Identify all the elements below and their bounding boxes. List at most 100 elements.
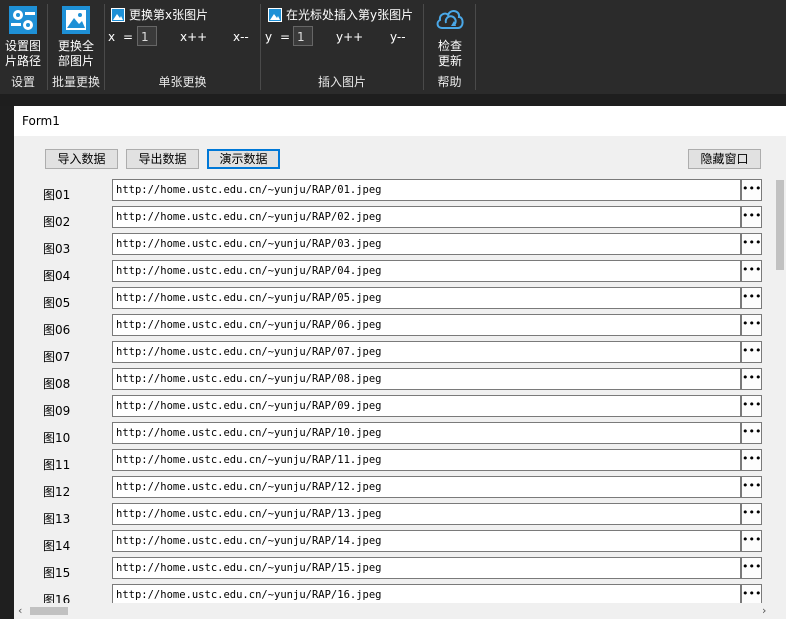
image-url-input[interactable]: http://home.ustc.edu.cn/~yunju/RAP/10.jp… xyxy=(112,422,741,444)
image-row: 图10 http://home.ustc.edu.cn/~yunju/RAP/10… xyxy=(14,419,774,446)
image-url-input[interactable]: http://home.ustc.edu.cn/~yunju/RAP/01.jp… xyxy=(112,179,741,201)
settings-icon xyxy=(9,6,37,34)
form-title: Form1 xyxy=(14,106,786,136)
image-row-label: 图05 xyxy=(43,296,71,310)
image-url-input[interactable]: http://home.ustc.edu.cn/~yunju/RAP/02.jp… xyxy=(112,206,741,228)
image-row-label: 图13 xyxy=(43,512,71,526)
image-url-input[interactable]: http://home.ustc.edu.cn/~yunju/RAP/03.jp… xyxy=(112,233,741,255)
image-url-input[interactable]: http://home.ustc.edu.cn/~yunju/RAP/15.jp… xyxy=(112,557,741,579)
image-row-label: 图06 xyxy=(43,323,71,337)
group-help: 检查 更新 帮助 xyxy=(424,0,475,94)
set-image-path-label-1: 设置图 xyxy=(4,39,41,53)
image-url-input[interactable]: http://home.ustc.edu.cn/~yunju/RAP/09.jp… xyxy=(112,395,741,417)
image-row: 图12 http://home.ustc.edu.cn/~yunju/RAP/12… xyxy=(14,473,774,500)
set-image-path-label-2: 片路径 xyxy=(4,54,41,68)
image-row-label: 图09 xyxy=(43,404,71,418)
horizontal-scrollbar[interactable]: ‹ › xyxy=(14,603,786,619)
x-decrement-button[interactable]: x-- xyxy=(233,30,249,44)
image-row-label: 图04 xyxy=(43,269,71,283)
image-row-label: 图14 xyxy=(43,539,71,553)
vertical-scroll-thumb[interactable] xyxy=(776,180,784,270)
browse-button[interactable]: ••• xyxy=(741,233,762,255)
image-url-input[interactable]: http://home.ustc.edu.cn/~yunju/RAP/08.jp… xyxy=(112,368,741,390)
image-row: 图16 http://home.ustc.edu.cn/~yunju/RAP/16… xyxy=(14,581,774,603)
replace-nth-image-label: 更换第x张图片 xyxy=(129,8,209,22)
browse-button[interactable]: ••• xyxy=(741,314,762,336)
y-decrement-button[interactable]: y-- xyxy=(390,30,406,44)
browse-button[interactable]: ••• xyxy=(741,503,762,525)
browse-button[interactable]: ••• xyxy=(741,557,762,579)
browse-button[interactable]: ••• xyxy=(741,368,762,390)
scroll-right-icon[interactable]: › xyxy=(762,603,766,619)
y-equals-label: = xyxy=(280,30,291,44)
image-row: 图09 http://home.ustc.edu.cn/~yunju/RAP/09… xyxy=(14,392,774,419)
replace-nth-image-button[interactable]: 更换第x张图片 xyxy=(111,6,208,23)
ribbon-separator xyxy=(475,4,476,90)
horizontal-scroll-thumb[interactable] xyxy=(30,607,68,615)
image-icon xyxy=(62,6,90,34)
image-url-input[interactable]: http://home.ustc.edu.cn/~yunju/RAP/07.jp… xyxy=(112,341,741,363)
image-url-input[interactable]: http://home.ustc.edu.cn/~yunju/RAP/16.jp… xyxy=(112,584,741,603)
set-image-path-button[interactable]: 设置图 片路径 xyxy=(1,4,45,69)
image-row: 图14 http://home.ustc.edu.cn/~yunju/RAP/14… xyxy=(14,527,774,554)
export-data-button[interactable]: 导出数据 xyxy=(126,149,199,169)
browse-button[interactable]: ••• xyxy=(741,449,762,471)
browse-button[interactable]: ••• xyxy=(741,422,762,444)
image-row: 图15 http://home.ustc.edu.cn/~yunju/RAP/15… xyxy=(14,554,774,581)
form-window: Form1 导入数据 导出数据 演示数据 隐藏窗口 图01 http://home… xyxy=(14,106,786,619)
image-row: 图08 http://home.ustc.edu.cn/~yunju/RAP/08… xyxy=(14,365,774,392)
group-name-settings: 设置 xyxy=(10,75,35,89)
image-row-label: 图11 xyxy=(43,458,71,472)
scroll-left-icon[interactable]: ‹ xyxy=(18,603,22,619)
image-url-input[interactable]: http://home.ustc.edu.cn/~yunju/RAP/06.jp… xyxy=(112,314,741,336)
group-name-batch-replace: 批量更换 xyxy=(51,75,100,89)
hide-window-button[interactable]: 隐藏窗口 xyxy=(688,149,761,169)
x-value-input[interactable]: 1 xyxy=(137,26,157,46)
image-row: 图05 http://home.ustc.edu.cn/~yunju/RAP/05… xyxy=(14,284,774,311)
image-url-list: 图01 http://home.ustc.edu.cn/~yunju/RAP/01… xyxy=(14,176,774,603)
image-url-input[interactable]: http://home.ustc.edu.cn/~yunju/RAP/04.jp… xyxy=(112,260,741,282)
group-name-single-replace: 单张更换 xyxy=(158,75,207,89)
y-value-input[interactable]: 1 xyxy=(293,26,313,46)
browse-button[interactable]: ••• xyxy=(741,287,762,309)
browse-button[interactable]: ••• xyxy=(741,476,762,498)
picture-icon xyxy=(111,7,125,22)
demo-data-button[interactable]: 演示数据 xyxy=(207,149,280,169)
browse-button[interactable]: ••• xyxy=(741,584,762,603)
replace-all-label-2: 部图片 xyxy=(57,54,94,68)
image-row-label: 图10 xyxy=(43,431,71,445)
browse-button[interactable]: ••• xyxy=(741,395,762,417)
image-url-input[interactable]: http://home.ustc.edu.cn/~yunju/RAP/14.jp… xyxy=(112,530,741,552)
import-data-button[interactable]: 导入数据 xyxy=(45,149,118,169)
browse-button[interactable]: ••• xyxy=(741,530,762,552)
image-row-label: 图15 xyxy=(43,566,71,580)
group-single-replace: 更换第x张图片 x = 1 x++ x-- 单张更换 xyxy=(105,0,260,94)
image-url-input[interactable]: http://home.ustc.edu.cn/~yunju/RAP/05.jp… xyxy=(112,287,741,309)
y-increment-button[interactable]: y++ xyxy=(336,30,363,44)
check-update-button[interactable]: 检查 更新 xyxy=(428,4,472,69)
picture-icon xyxy=(268,7,282,22)
browse-button[interactable]: ••• xyxy=(741,179,762,201)
browse-button[interactable]: ••• xyxy=(741,260,762,282)
insert-nth-image-button[interactable]: 在光标处插入第y张图片 xyxy=(268,6,413,23)
group-name-help: 帮助 xyxy=(437,75,462,89)
browse-button[interactable]: ••• xyxy=(741,341,762,363)
x-var-label: x xyxy=(108,30,116,44)
image-url-input[interactable]: http://home.ustc.edu.cn/~yunju/RAP/13.jp… xyxy=(112,503,741,525)
check-update-label-2: 更新 xyxy=(437,54,462,68)
image-row: 图13 http://home.ustc.edu.cn/~yunju/RAP/13… xyxy=(14,500,774,527)
image-row: 图06 http://home.ustc.edu.cn/~yunju/RAP/06… xyxy=(14,311,774,338)
image-url-input[interactable]: http://home.ustc.edu.cn/~yunju/RAP/11.jp… xyxy=(112,449,741,471)
browse-button[interactable]: ••• xyxy=(741,206,762,228)
replace-all-label-1: 更换全 xyxy=(57,39,94,53)
y-var-label: y xyxy=(265,30,273,44)
group-batch-replace: 更换全 部图片 批量更换 xyxy=(48,0,104,94)
ribbon: 设置图 片路径 设置 更换全 部图片 批量更换 更换第x张图片 x = 1 x+… xyxy=(0,0,786,94)
vertical-scrollbar[interactable] xyxy=(774,176,786,603)
x-increment-button[interactable]: x++ xyxy=(180,30,207,44)
replace-all-images-button[interactable]: 更换全 部图片 xyxy=(54,4,98,69)
image-url-input[interactable]: http://home.ustc.edu.cn/~yunju/RAP/12.jp… xyxy=(112,476,741,498)
x-equals-label: = xyxy=(123,30,134,44)
insert-nth-image-label: 在光标处插入第y张图片 xyxy=(286,8,414,22)
image-row: 图07 http://home.ustc.edu.cn/~yunju/RAP/07… xyxy=(14,338,774,365)
